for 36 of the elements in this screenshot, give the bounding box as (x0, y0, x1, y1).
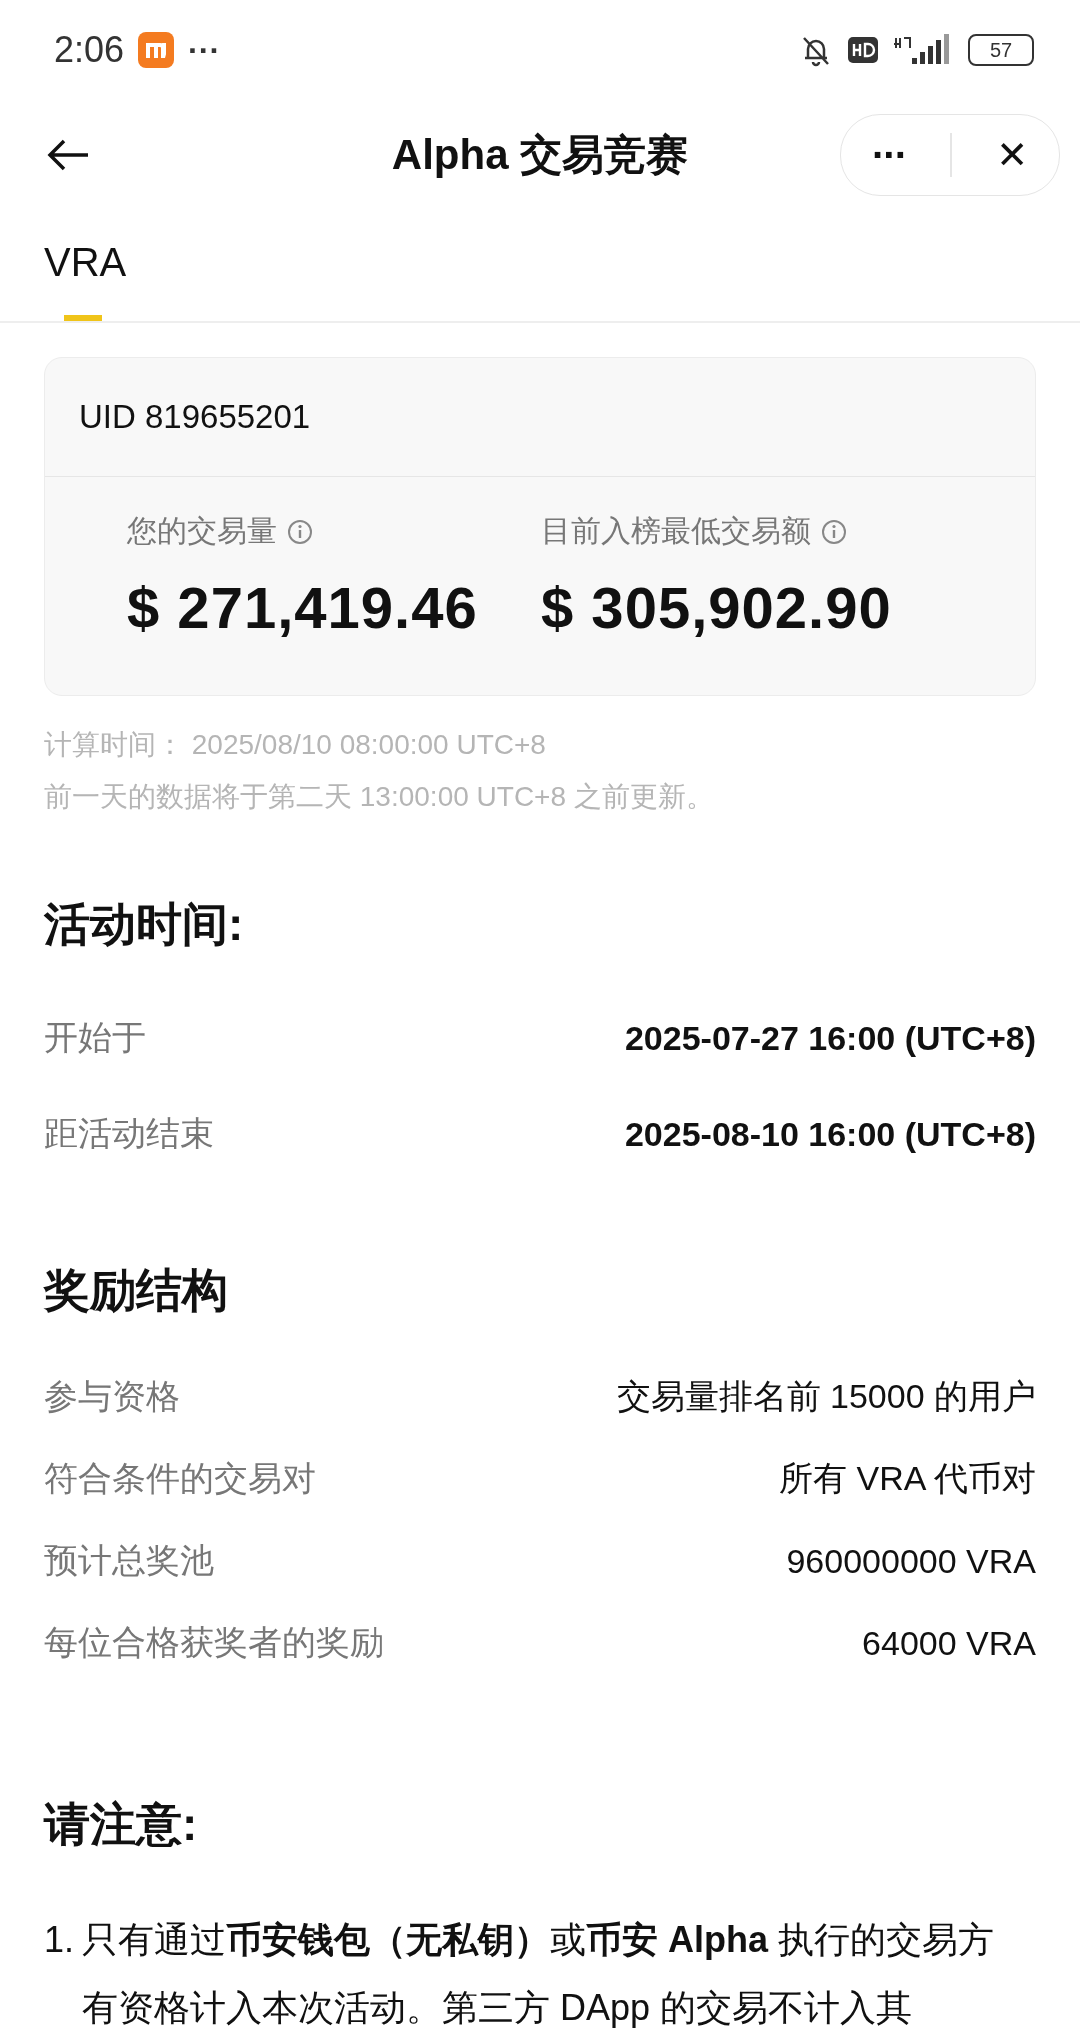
close-button[interactable]: ✕ (978, 133, 1046, 177)
row-label: 每位合格获奖者的奖励 (44, 1622, 384, 1663)
info-icon[interactable] (821, 518, 847, 545)
row-label: 开始于 (44, 1017, 146, 1058)
stat-value: $ 271,419.46 (127, 574, 479, 641)
back-arrow-icon[interactable] (46, 138, 90, 172)
row-value: 2025-08-10 16:00 (UTC+8) (624, 1114, 1036, 1154)
stat-label: 您的交易量 (127, 513, 277, 549)
row-label: 符合条件的交易对 (44, 1458, 316, 1499)
info-icon[interactable] (287, 518, 313, 545)
row-label: 距活动结束 (44, 1113, 214, 1154)
row-value: 交易量排名前 15000 的用户 (616, 1376, 1036, 1417)
note-text: 计算时间： 2025/08/10 08:00:00 UTC+8 (44, 728, 547, 762)
row-value: 960000000 VRA (786, 1541, 1036, 1581)
row-value: 所有 VRA 代币对 (779, 1458, 1036, 1499)
uid-text: UID 819655201 (79, 398, 311, 435)
app-logo-icon (138, 32, 175, 68)
list-number: 1. (44, 1918, 75, 1962)
section-heading: 请注意: (44, 1798, 198, 1850)
row-value: 2025-07-27 16:00 (UTC+8) (624, 1018, 1036, 1058)
section-heading: 奖励结构 (44, 1264, 228, 1316)
notice-text: 只有通过币安钱包（无私钥）或币安 Alpha 执行的交易方有资格计入本次活动。第三方 DApp 的交易不计入其 (82, 1918, 996, 2030)
section-heading: 活动时间: (44, 898, 244, 950)
stat-label: 目前入榜最低交易额 (541, 513, 811, 549)
status-time: 2:06 (54, 29, 125, 71)
stat-value: $ 305,902.90 (541, 574, 892, 641)
row-label: 参与资格 (44, 1376, 180, 1417)
row-value: 64000 VRA (862, 1623, 1036, 1663)
battery-icon: 57 (968, 34, 1034, 66)
hd-icon (848, 37, 878, 63)
page-title: Alpha 交易竞赛 (391, 130, 689, 180)
row-label: 预计总奖池 (44, 1540, 214, 1581)
more-button[interactable]: ··· (854, 132, 924, 178)
tab[interactable]: VRA (44, 216, 127, 321)
note-text: 前一天的数据将于第二天 13:00:00 UTC+8 之前更新。 (44, 780, 715, 814)
status-more: ··· (188, 31, 221, 69)
